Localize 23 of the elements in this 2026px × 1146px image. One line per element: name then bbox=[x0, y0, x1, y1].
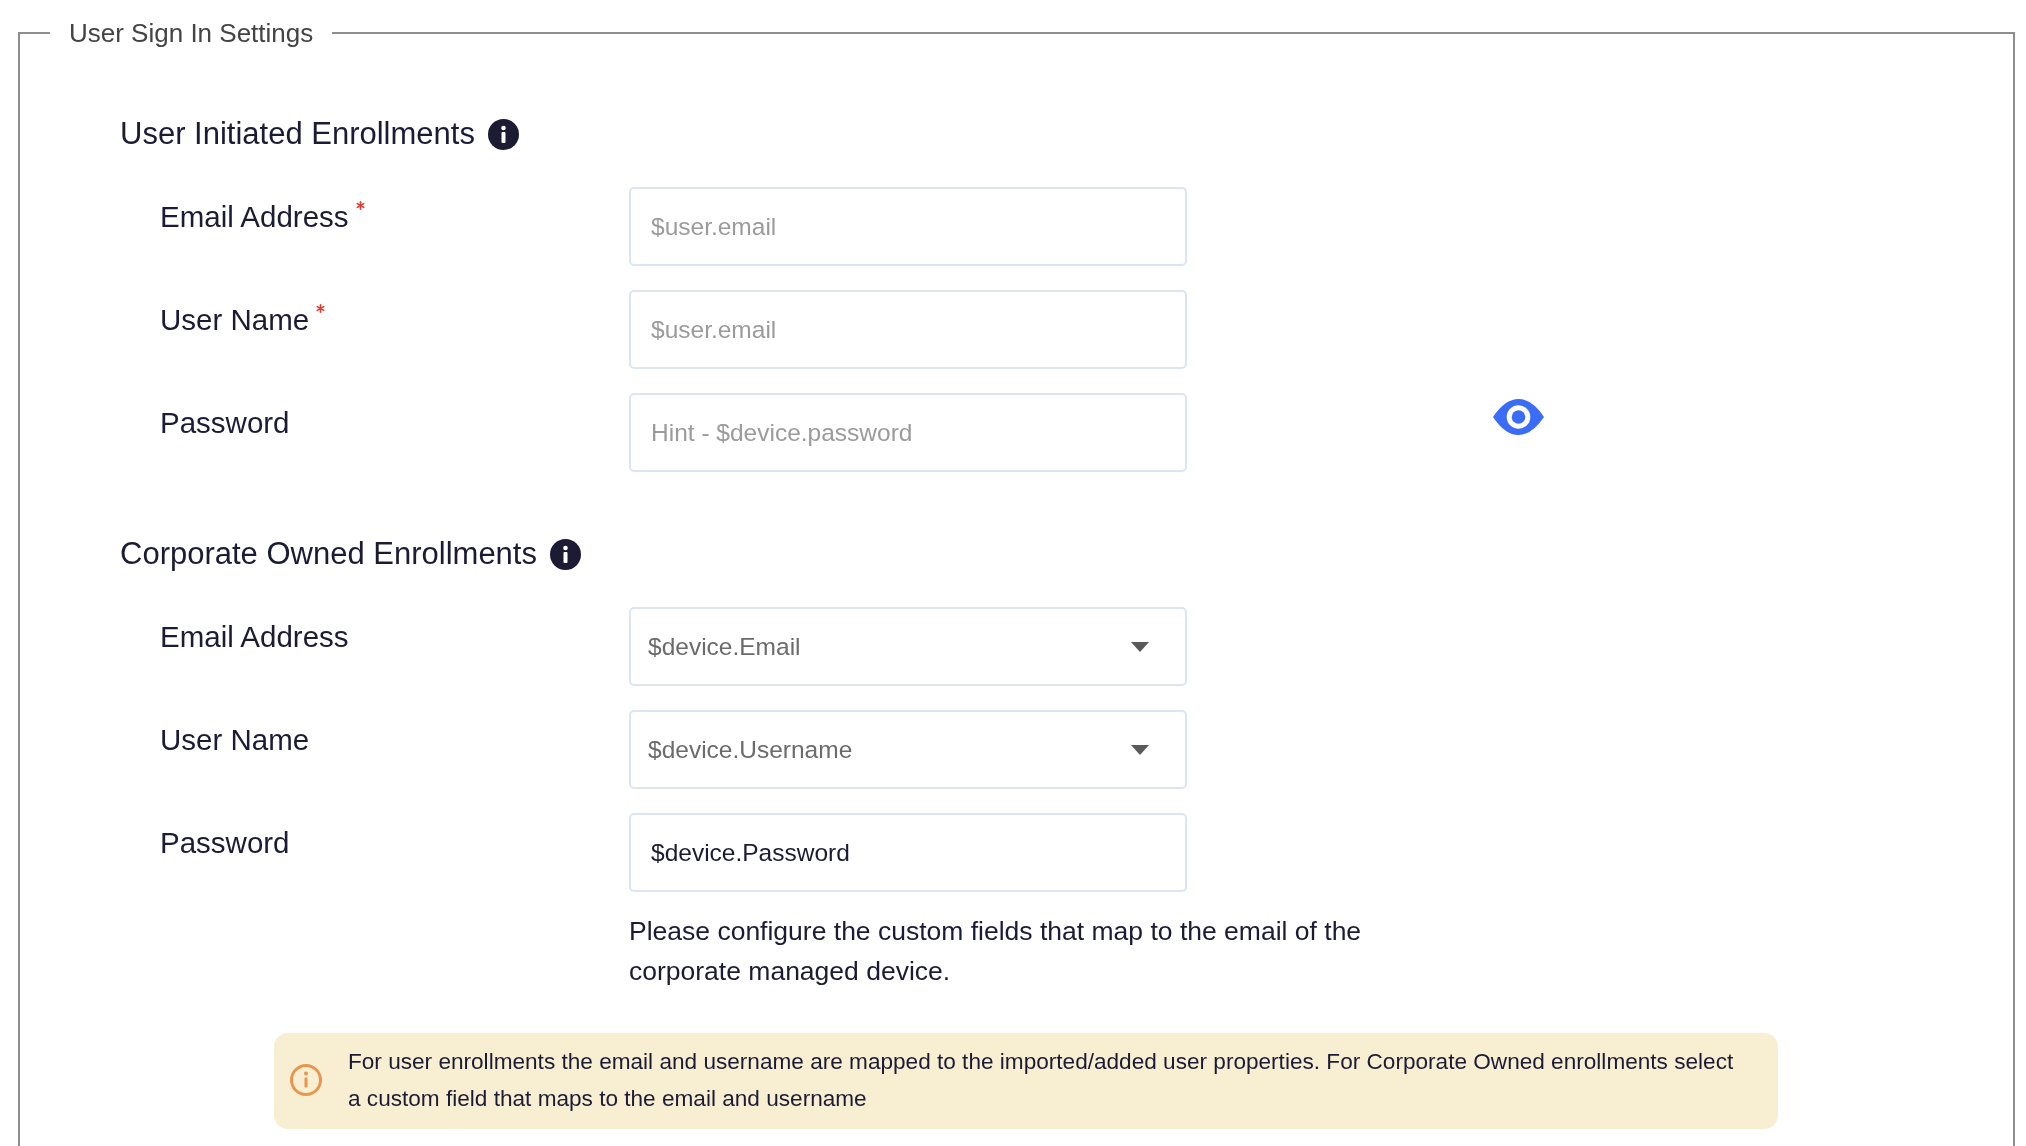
caret-icon bbox=[1131, 641, 1149, 652]
section-heading: Corporate Owned Enrollments bbox=[120, 535, 537, 573]
field-label: User Name bbox=[160, 303, 310, 337]
select-field[interactable]: $device.Username bbox=[629, 710, 1187, 789]
notice-text: For user enrollments the email and username are mapped to the imported/added user properties. For Corporate Owned enrollments select a custom field that maps to the email and username bbox=[348, 1048, 1735, 1113]
input-field[interactable]: $user.email bbox=[629, 187, 1187, 266]
info-icon[interactable] bbox=[550, 538, 581, 570]
field-label: Password bbox=[160, 406, 290, 440]
field-label: Email Address bbox=[160, 200, 349, 234]
input-field[interactable]: $user.email bbox=[629, 290, 1187, 369]
info-icon[interactable] bbox=[487, 118, 519, 150]
input-field[interactable]: $device.Password bbox=[629, 813, 1187, 892]
section-heading: User Initiated Enrollments bbox=[120, 115, 475, 153]
eye-icon[interactable] bbox=[1493, 399, 1544, 435]
field-label: Email Address bbox=[160, 620, 349, 654]
field-label: Password bbox=[160, 826, 290, 860]
password-field[interactable]: Hint - $device.password bbox=[629, 393, 1187, 472]
group-legend: User Sign In Settings bbox=[50, 18, 333, 48]
select-field[interactable]: $device.Email bbox=[629, 607, 1187, 686]
help-text: Please configure the custom fields that map to the email of the corporate managed device. bbox=[629, 915, 1363, 988]
caret-icon bbox=[1131, 744, 1149, 755]
field-label: User Name bbox=[160, 723, 310, 757]
info-icon bbox=[290, 1064, 322, 1096]
